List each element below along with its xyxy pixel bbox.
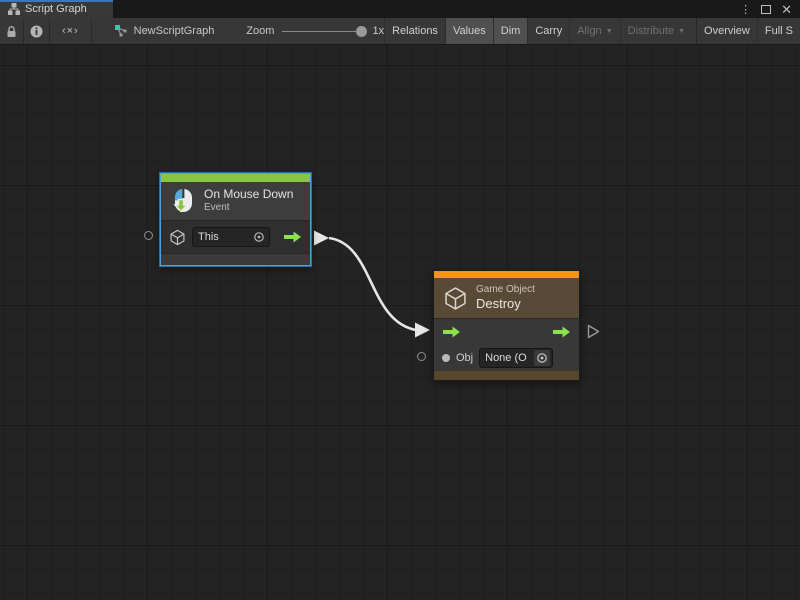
obj-field[interactable]: None (O (479, 348, 553, 368)
close-icon[interactable]: ✕ (781, 3, 792, 16)
flow-continue-port[interactable] (587, 324, 600, 339)
flow-output-port[interactable] (552, 326, 571, 338)
graph-tree-icon (8, 3, 20, 15)
info-button[interactable] (24, 18, 50, 44)
relations-button[interactable]: Relations (384, 18, 445, 44)
zoom-slider[interactable] (282, 31, 364, 32)
obj-param-label: Obj (456, 352, 473, 364)
dim-button[interactable]: Dim (493, 18, 528, 44)
mouse-down-icon (170, 188, 196, 214)
overview-button[interactable]: Overview (696, 18, 757, 44)
obj-value-dot (442, 354, 450, 362)
destroy-node-category: Game Object (476, 284, 535, 297)
tab-title: Script Graph (25, 3, 87, 15)
destroy-node-footer (434, 370, 579, 380)
graph-canvas[interactable]: On Mouse Down Event This (0, 45, 800, 600)
chevron-down-icon: ▼ (678, 28, 685, 35)
graph-name: NewScriptGraph (134, 25, 215, 37)
wire-start-arrow (314, 231, 329, 246)
connection-wire[interactable] (314, 231, 430, 338)
event-node-body: This (161, 220, 310, 253)
event-node-subtitle: Event (204, 202, 293, 215)
tab-script-graph[interactable]: Script Graph (0, 0, 113, 18)
destroy-node-title: Destroy (476, 296, 535, 312)
wire-end-arrow (415, 323, 430, 338)
script-graph-window: Script Graph ⋮ ✕ ‹×› (0, 0, 800, 600)
window-controls: ⋮ ✕ (740, 0, 800, 18)
target-field-value: This (198, 231, 251, 243)
gameobject-cube-icon (443, 286, 468, 311)
code-view-button[interactable]: ‹×› (50, 18, 92, 44)
flow-output-port[interactable] (283, 231, 302, 243)
lock-button[interactable] (0, 18, 24, 44)
lock-icon (6, 25, 17, 38)
destroy-param-row: Obj None (O (434, 345, 579, 371)
carry-button[interactable]: Carry (527, 18, 569, 44)
zoom-control: Zoom 1x (246, 18, 384, 44)
graph-toolbar: ‹×› NewScriptGraph Zoom 1x Relations Val… (0, 18, 800, 45)
values-button[interactable]: Values (445, 18, 493, 44)
distribute-dropdown[interactable]: Distribute ▼ (620, 18, 692, 44)
event-node-header[interactable]: On Mouse Down Event (161, 182, 310, 220)
obj-field-value: None (O (485, 352, 534, 364)
view-options: Relations Values Dim Carry Align ▼ Distr… (384, 18, 800, 44)
flow-input-port[interactable] (442, 326, 461, 338)
object-picker-icon[interactable] (534, 350, 550, 366)
connection-layer (0, 45, 800, 600)
event-accent-bar (161, 174, 310, 182)
event-node-footer (161, 253, 310, 265)
destroy-obj-port[interactable] (417, 352, 426, 361)
maximize-icon[interactable] (761, 5, 771, 14)
event-target-port[interactable] (144, 231, 153, 240)
destroy-node-body: Obj None (O (434, 318, 579, 370)
destroy-flow-row (434, 319, 579, 345)
destroy-accent-bar (434, 271, 579, 278)
info-icon (30, 25, 43, 38)
node-destroy[interactable]: Game Object Destroy Obj (433, 270, 580, 381)
fullscreen-button[interactable]: Full S (757, 18, 800, 44)
zoom-label: Zoom (246, 25, 274, 37)
destroy-node-header[interactable]: Game Object Destroy (434, 278, 579, 318)
script-graph-asset-icon (114, 24, 128, 38)
window-menu-icon[interactable]: ⋮ (740, 3, 751, 16)
target-field[interactable]: This (192, 227, 270, 247)
node-on-mouse-down[interactable]: On Mouse Down Event This (160, 173, 311, 266)
zoom-slider-handle[interactable] (356, 26, 367, 37)
gameobject-cube-icon (169, 229, 186, 246)
tab-bar: Script Graph ⋮ ✕ (0, 0, 800, 18)
object-picker-icon[interactable] (251, 229, 267, 245)
event-node-title: On Mouse Down (204, 187, 293, 202)
zoom-value: 1x (372, 25, 384, 37)
align-dropdown[interactable]: Align ▼ (569, 18, 619, 44)
chevron-down-icon: ▼ (606, 28, 613, 35)
graph-asset-button[interactable]: NewScriptGraph (108, 18, 221, 44)
